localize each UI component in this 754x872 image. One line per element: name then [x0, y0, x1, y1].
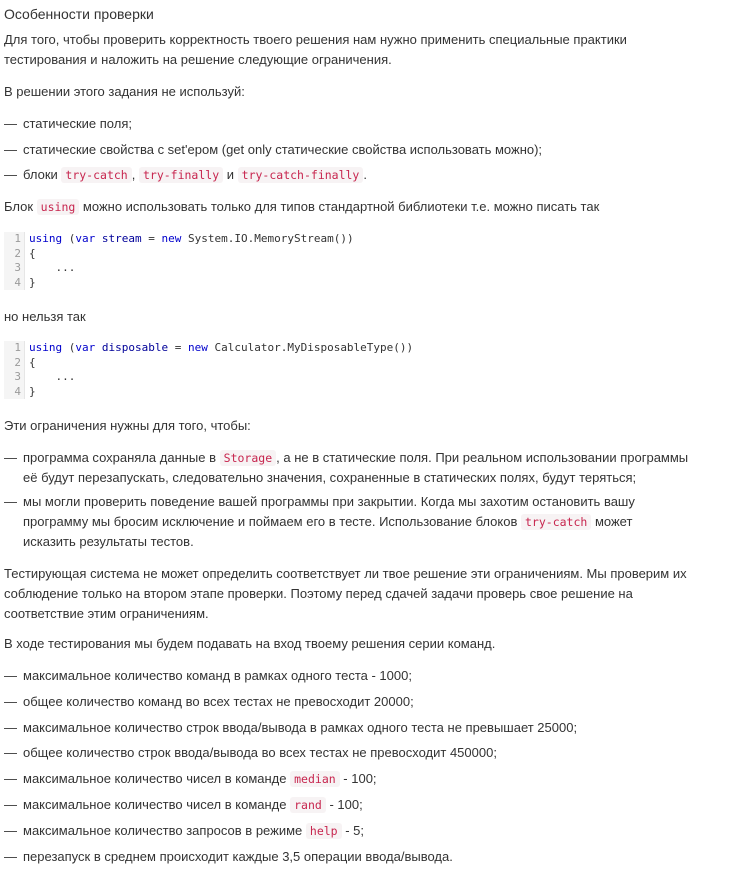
- list-item-text: статические поля;: [23, 116, 132, 131]
- dash-marker: —: [4, 849, 17, 864]
- list-item: — общее количество строк ввода/вывода во…: [4, 743, 740, 763]
- dash-marker: —: [4, 797, 17, 812]
- list-item-text: максимальное количество чисел в команде …: [23, 797, 363, 813]
- line-number-gutter: 1 2 3 4: [4, 232, 25, 290]
- list-item: — мы могли проверить поведение вашей про…: [4, 492, 740, 552]
- inline-code: try-finally: [138, 167, 224, 183]
- list-item: — максимальное количество запросов в реж…: [4, 821, 740, 841]
- dash-marker: —: [4, 823, 17, 838]
- inline-code: try-catch-finally: [237, 167, 364, 183]
- list-item-text: перезапуск в среднем происходит каждые 3…: [23, 849, 453, 864]
- list-item-text: мы могли проверить поведение вашей прогр…: [23, 494, 635, 549]
- dash-marker: —: [4, 720, 17, 735]
- inline-code: rand: [290, 797, 326, 813]
- inline-code: try-catch: [521, 514, 592, 530]
- but-not-text: но нельзя так: [4, 309, 86, 324]
- dash-marker: —: [4, 142, 17, 157]
- inline-code: median: [290, 771, 340, 787]
- list-item-text: общее количество команд во всех тестах н…: [23, 694, 414, 709]
- list-item-text: общее количество строк ввода/вывода во в…: [23, 745, 497, 760]
- inline-code: help: [305, 823, 342, 839]
- dash-marker: —: [4, 116, 17, 131]
- dash-marker: —: [4, 167, 17, 182]
- dash-marker: —: [4, 494, 17, 509]
- line-number-gutter: 1 2 3 4: [4, 341, 25, 399]
- list-item-text: статические свойства с set'ером (get onl…: [23, 142, 543, 157]
- intro-paragraph: Для того, чтобы проверить корректность т…: [4, 30, 740, 70]
- note-paragraph: Тестирующая система не может определить …: [4, 566, 687, 621]
- list-item: — максимальное количество чисел в команд…: [4, 769, 740, 789]
- list-item-text: максимальное количество чисел в команде …: [23, 771, 377, 787]
- code-lines: using (var disposable = new Calculator.M…: [29, 341, 414, 398]
- list-item: — блоки try-catch, try-finally и try-cat…: [4, 165, 740, 185]
- list-item: — программа сохраняла данные в Storage, …: [4, 448, 740, 488]
- limits-heading: В ходе тестирования мы будем подавать на…: [4, 636, 496, 651]
- document: Особенности проверки Для того, чтобы про…: [0, 0, 754, 872]
- code-block: 1 2 3 4 using (var disposable = new Calc…: [4, 341, 413, 399]
- list-item-text: блоки try-catch, try-finally и try-catch…: [23, 167, 367, 183]
- dash-marker: —: [4, 668, 17, 683]
- inline-code: try-catch: [61, 167, 132, 183]
- inline-code: Storage: [219, 450, 277, 466]
- code-block: 1 2 3 4 using (var stream = new System.I…: [4, 232, 354, 290]
- list-item-text: программа сохраняла данные в Storage, а …: [23, 450, 689, 485]
- dash-marker: —: [4, 694, 17, 709]
- dash-marker: —: [4, 771, 17, 786]
- list-item-text: максимальное количество запросов в режим…: [23, 823, 365, 839]
- intro-line: Для того, чтобы проверить корректность т…: [4, 32, 627, 47]
- list-item: — перезапуск в среднем происходит каждые…: [4, 847, 740, 867]
- dash-marker: —: [4, 450, 17, 465]
- intro-line: тестирования и наложить на решение следу…: [4, 52, 392, 67]
- list-item: — максимальное количество чисел в команд…: [4, 795, 740, 815]
- list-item: — общее количество команд во всех тестах…: [4, 692, 740, 712]
- reasons-heading: Эти ограничения нужны для того, чтобы:: [4, 418, 251, 433]
- list-item: — статические поля;: [4, 114, 740, 134]
- list-item-text: максимальное количество строк ввода/выво…: [23, 720, 578, 735]
- list-item-text: максимальное количество команд в рамках …: [23, 668, 412, 683]
- dash-marker: —: [4, 745, 17, 760]
- list-item: — статические свойства с set'ером (get o…: [4, 140, 740, 160]
- inline-code: using: [36, 199, 80, 215]
- list-item: — максимальное количество строк ввода/вы…: [4, 718, 740, 738]
- restrictions-heading: В решении этого задания не используй:: [4, 84, 245, 99]
- page-title: Особенности проверки: [4, 6, 154, 22]
- using-note: Блок using можно использовать только для…: [4, 199, 600, 215]
- list-item: — максимальное количество команд в рамка…: [4, 666, 740, 686]
- code-lines: using (var stream = new System.IO.Memory…: [29, 232, 354, 289]
